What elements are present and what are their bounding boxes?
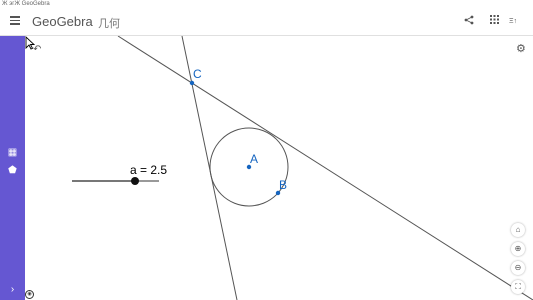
tangent-line-2[interactable] [181,36,238,300]
app-subtitle: 几何 [98,18,120,30]
window-title: Ж эгЖ GeoGebra [0,0,533,8]
fullscreen-icon[interactable]: ⛶ [511,280,525,294]
home-icon[interactable]: ⌂ [511,223,525,237]
point-c-label: C [193,67,202,81]
sidebar: ▦ ⬟ › [0,36,25,300]
shapes-icon[interactable]: ⬟ [6,164,19,177]
slider-handle[interactable] [131,177,139,185]
calculator-icon[interactable]: ▦ [6,146,19,159]
tangent-line-1[interactable] [117,36,533,300]
share-icon[interactable] [462,15,476,29]
slider-label: a = 2.5 [130,163,168,177]
menu-icon[interactable] [10,16,20,25]
settings-icon[interactable]: ⚙ [516,42,526,55]
zoom-in-icon[interactable]: ⊕ [511,242,525,256]
zoom-out-icon[interactable]: ⊖ [511,261,525,275]
geometry-canvas[interactable] [25,36,533,300]
app-header: GeoGebra 几何 Ξ↑ [0,8,533,36]
point-c[interactable] [189,80,195,86]
point-b-label: B [279,178,288,192]
mouse-cursor-icon [25,36,35,50]
app-logo: GeoGebra [32,14,93,29]
corner-icon[interactable]: ◉ [25,290,34,299]
graphics-view[interactable]: C A B a = 2.5 ↶ ⚙ ⌂ ⊕ ⊖ ⛶ [25,36,533,300]
view-icon[interactable]: Ξ↑ [506,15,520,29]
grid-icon[interactable] [487,15,501,29]
point-a-label: A [250,152,259,166]
expand-icon[interactable]: › [6,283,19,296]
